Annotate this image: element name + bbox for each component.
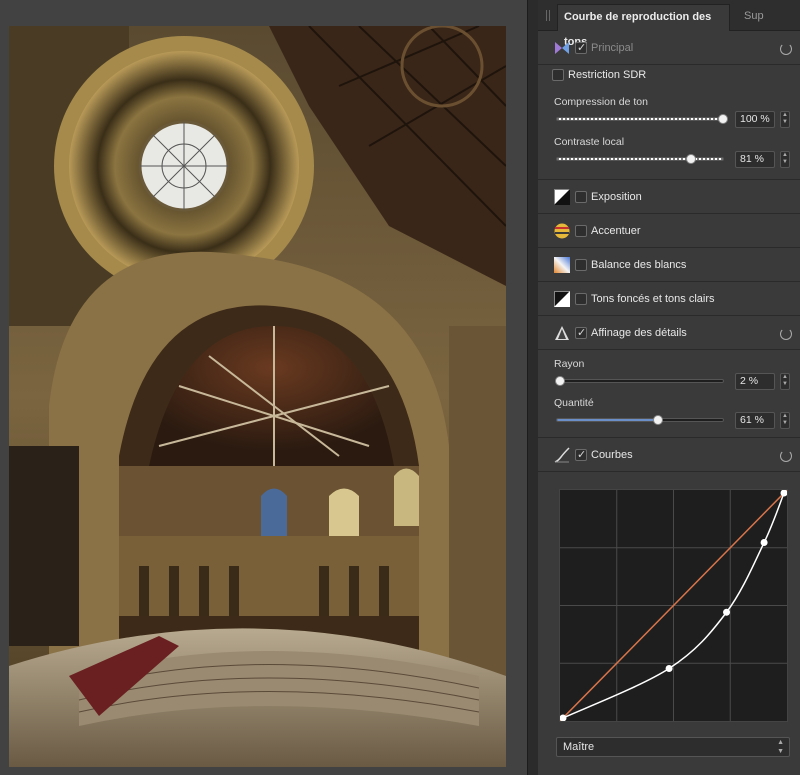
principal-row: Principal (538, 31, 800, 65)
main-settings: Restriction SDR Compression de ton 100 %… (538, 65, 800, 180)
rayon-stepper[interactable]: ▲ ▼ (780, 373, 790, 390)
rayon-slider-knob[interactable] (555, 376, 566, 386)
curves-graph[interactable] (559, 489, 788, 722)
rayon-label: Rayon (554, 358, 585, 370)
restriction-sdr-label: Restriction SDR (568, 69, 647, 81)
detail-refinement-icon (555, 326, 569, 340)
panel-divider[interactable] (527, 0, 538, 775)
compression-label: Compression de ton (554, 96, 648, 108)
curves-label: Courbes (591, 449, 633, 461)
select-arrows-icon: ▲ ▼ (777, 739, 784, 755)
church-interior-photo[interactable] (9, 26, 506, 767)
panel-grip-handle[interactable] (546, 10, 550, 21)
adjustment-white-balance[interactable]: Balance des blancs (538, 248, 800, 282)
curve-control-point-3[interactable] (760, 539, 768, 546)
principal-label: Principal (591, 42, 634, 54)
quantite-label: Quantité (554, 397, 594, 409)
white-balance-icon (554, 257, 570, 273)
exposure-icon (554, 189, 570, 205)
contraste-slider[interactable] (556, 154, 724, 164)
panel-tab-bar: Courbe de reproduction des tons Sup (538, 0, 800, 48)
principal-checkbox[interactable] (575, 41, 587, 54)
quantite-value-field[interactable]: 61 % (735, 412, 775, 429)
detail-settings: Rayon 2 % ▲ ▼ Quantité 61 % ▲ ▼ (538, 350, 800, 438)
compression-value-field[interactable]: 100 % (735, 111, 775, 128)
quantite-slider-fill (557, 419, 659, 421)
contraste-slider-knob[interactable] (686, 154, 697, 164)
contraste-value-field[interactable]: 81 % (735, 151, 775, 168)
quantite-slider-knob[interactable] (653, 415, 664, 425)
adjustment-vibrance[interactable]: Accentuer (538, 214, 800, 248)
shadows-highlights-label: Tons foncés et tons clairs (591, 293, 715, 305)
quantite-stepper[interactable]: ▲ ▼ (780, 412, 790, 429)
exposure-label: Exposition (591, 191, 642, 203)
compression-slider[interactable] (556, 114, 728, 124)
shadows-highlights-icon (554, 291, 570, 307)
curves-checkbox[interactable] (575, 448, 587, 461)
curves-channel-value: Maître (563, 741, 595, 753)
detail-refinement-checkbox[interactable] (575, 326, 587, 339)
vibrance-label: Accentuer (591, 225, 641, 237)
contraste-stepper[interactable]: ▲ ▼ (780, 151, 790, 168)
detail-refinement-label: Affinage des détails (591, 327, 687, 339)
curves-row[interactable]: Courbes (538, 438, 800, 472)
vibrance-checkbox[interactable] (575, 225, 587, 237)
quantite-slider[interactable] (556, 415, 724, 425)
principal-reset-icon[interactable] (780, 43, 792, 55)
adjustment-exposure[interactable]: Exposition (538, 180, 800, 214)
tonemap-preset-icon (555, 42, 569, 54)
curves-reset-icon[interactable] (780, 450, 792, 462)
white-balance-checkbox[interactable] (575, 259, 587, 271)
detail-refinement-row[interactable]: Affinage des détails (538, 316, 800, 350)
curve-control-point-2[interactable] (723, 608, 731, 616)
tab-tone-mapping-curve[interactable]: Courbe de reproduction des tons (557, 4, 730, 48)
compression-slider-knob[interactable] (718, 114, 728, 124)
detail-reset-icon[interactable] (780, 328, 792, 340)
adjustment-shadows-highlights[interactable]: Tons foncés et tons clairs (538, 282, 800, 316)
studio-panel: Courbe de reproduction des tons Sup Prin… (538, 0, 800, 775)
vibrance-icon (554, 223, 570, 239)
restriction-sdr-checkbox[interactable] (552, 69, 564, 81)
tab-sup[interactable]: Sup (738, 4, 770, 31)
curves-channel-select[interactable]: Maître ▲ ▼ (556, 737, 790, 757)
exposure-checkbox[interactable] (575, 191, 587, 203)
document-canvas[interactable] (0, 0, 527, 775)
contraste-label: Contraste local (554, 136, 625, 148)
shadows-highlights-checkbox[interactable] (575, 293, 587, 305)
rayon-value-field[interactable]: 2 % (735, 373, 775, 390)
compression-stepper[interactable]: ▲ ▼ (780, 111, 790, 128)
rayon-slider[interactable] (555, 376, 724, 386)
curves-plot[interactable] (559, 489, 788, 722)
curve-control-point-1[interactable] (665, 665, 673, 672)
white-balance-label: Balance des blancs (591, 259, 687, 271)
curves-icon (554, 447, 570, 463)
